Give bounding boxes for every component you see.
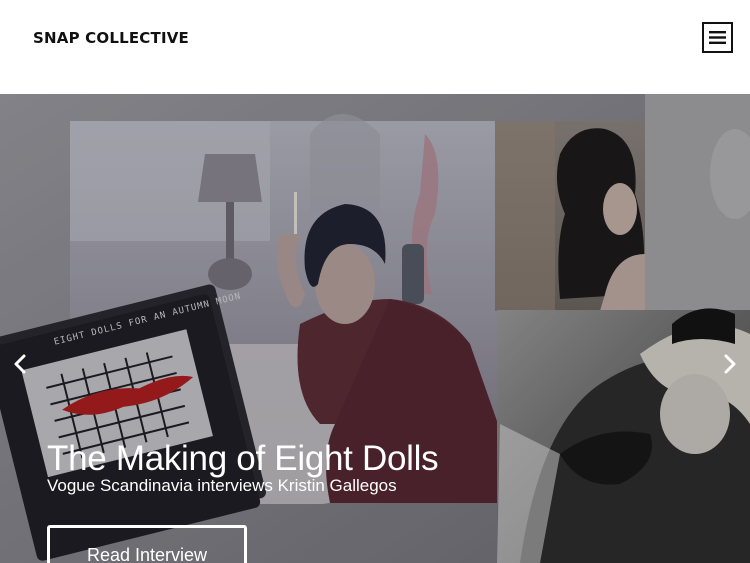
menu-button[interactable] — [702, 22, 733, 53]
site-header: SNAP COLLECTIVE — [0, 0, 750, 94]
hero-slider: EIGHT DOLLS FOR AN AUTUMN MOON The Makin… — [0, 94, 750, 563]
chevron-right-icon — [724, 354, 736, 374]
chevron-left-icon — [14, 354, 26, 374]
prev-slide-button[interactable] — [9, 352, 33, 376]
hamburger-menu-icon — [709, 31, 726, 44]
next-slide-button[interactable] — [717, 352, 741, 376]
read-interview-button[interactable]: Read Interview — [47, 525, 247, 563]
brand-logo[interactable]: SNAP COLLECTIVE — [33, 28, 189, 48]
slide-subtitle: Vogue Scandinavia interviews Kristin Gal… — [47, 476, 397, 495]
slide-title: The Making of Eight Dolls — [47, 439, 439, 478]
